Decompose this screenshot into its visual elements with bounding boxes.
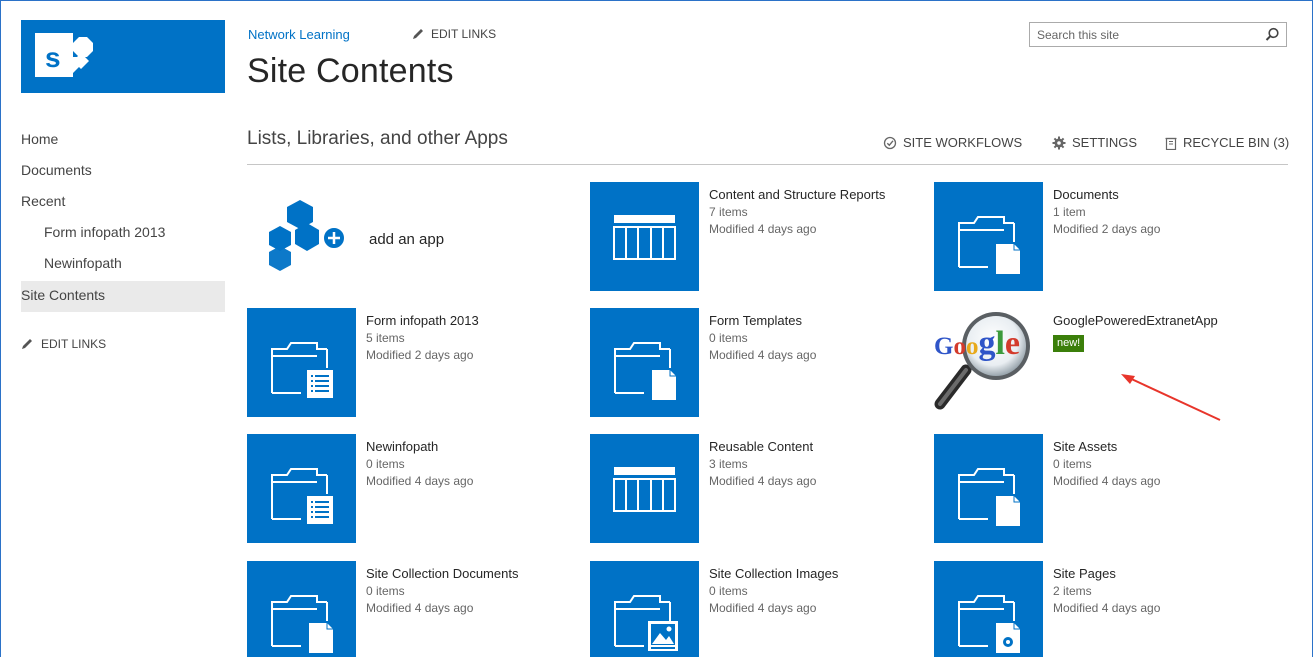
nav-item-form-infopath-2013[interactable]: Form infopath 2013 [21,218,225,249]
top-edit-links-button[interactable]: EDIT LINKS [412,27,496,41]
quick-launch-nav: Home Documents Recent Form infopath 2013… [21,125,225,352]
tile-name[interactable]: Documents [1053,186,1258,204]
nav-item-recent[interactable]: Recent [21,187,225,218]
document-library-icon [934,182,1043,291]
nav-item-newinfopath[interactable]: Newinfopath [21,249,225,280]
tile-documents[interactable]: Documents 1 item Modified 2 days ago [934,182,1264,292]
form-library-icon [247,308,356,417]
nav-item-documents[interactable]: Documents [21,156,225,187]
tile-modified: Modified 4 days ago [1053,474,1161,488]
tile-site-collection-documents[interactable]: Site Collection Documents 0 items Modifi… [247,561,577,657]
tile-name[interactable]: Form infopath 2013 [366,312,571,330]
document-library-icon [247,561,356,657]
recycle-bin-label: RECYCLE BIN (3) [1183,135,1290,150]
tile-modified: Modified 4 days ago [709,601,817,615]
search-box [1029,22,1287,47]
page-title: Site Contents [247,52,454,90]
tile-modified: Modified 4 days ago [1053,601,1161,615]
form-library-icon [247,434,356,543]
tile-form-infopath-2013[interactable]: Form infopath 2013 5 items Modified 2 da… [247,308,577,418]
tile-site-assets[interactable]: Site Assets 0 items Modified 4 days ago [934,434,1264,544]
site-workflows-button[interactable]: SITE WORKFLOWS [883,135,1022,150]
section-title: Lists, Libraries, and other Apps [247,128,508,149]
tile-modified: Modified 4 days ago [709,222,817,236]
tile-site-collection-images[interactable]: Site Collection Images 0 items Modified … [590,561,920,657]
google-app-icon: Google [934,308,1043,417]
add-an-app-tile[interactable]: add an app [247,182,577,292]
tile-modified: Modified 2 days ago [1053,222,1161,236]
tile-item-count: 0 items [709,331,748,345]
site-workflows-label: SITE WORKFLOWS [903,135,1023,150]
settings-label: SETTINGS [1072,135,1138,150]
nav-edit-links-button[interactable]: EDIT LINKS [21,336,225,352]
sharepoint-logo-icon: s [35,33,93,77]
pencil-icon [22,339,32,349]
search-icon[interactable] [1265,27,1280,42]
tile-modified: Modified 4 days ago [709,474,817,488]
tile-item-count: 1 item [1053,205,1086,219]
list-icon [590,434,699,543]
tile-site-pages[interactable]: Site Pages 2 items Modified 4 days ago [934,561,1264,657]
picture-library-icon [590,561,699,657]
document-library-icon [590,308,699,417]
tile-modified: Modified 2 days ago [366,348,474,362]
tile-item-count: 3 items [709,457,748,471]
tile-name[interactable]: Content and Structure Reports [709,186,914,204]
tile-item-count: 0 items [1053,457,1092,471]
tile-reusable-content[interactable]: Reusable Content 3 items Modified 4 days… [590,434,920,544]
tile-modified: Modified 4 days ago [709,348,817,362]
section-divider [247,164,1288,165]
tile-item-count: 0 items [366,584,405,598]
add-app-icon [269,200,346,271]
recycle-bin-icon [1165,137,1177,150]
tile-modified: Modified 4 days ago [366,601,474,615]
gear-icon [1052,136,1066,149]
tile-name[interactable]: Site Pages [1053,565,1258,583]
tile-newinfopath[interactable]: Newinfopath 0 items Modified 4 days ago [247,434,577,544]
nav-item-site-contents[interactable]: Site Contents [21,281,225,312]
annotation-arrow-icon [1121,374,1221,421]
tile-name[interactable]: GooglePoweredExtranetApp [1053,312,1258,330]
list-icon [590,182,699,291]
tile-name[interactable]: Site Collection Images [709,565,914,583]
recycle-bin-button[interactable]: RECYCLE BIN (3) [1165,135,1289,150]
nav-edit-links-label: EDIT LINKS [41,337,107,351]
tile-name[interactable]: Site Collection Documents [366,565,571,583]
tile-item-count: 0 items [366,457,405,471]
nav-item-home[interactable]: Home [21,125,225,156]
sharepoint-logo[interactable]: s [21,20,225,93]
svg-text:s: s [45,42,61,73]
tile-name[interactable]: Newinfopath [366,438,571,456]
pencil-icon [413,29,423,39]
tile-item-count: 7 items [709,205,748,219]
tile-name[interactable]: Form Templates [709,312,914,330]
tile-item-count: 5 items [366,331,405,345]
tile-modified: Modified 4 days ago [366,474,474,488]
wiki-library-icon [934,561,1043,657]
document-library-icon [934,434,1043,543]
tile-name[interactable]: Reusable Content [709,438,914,456]
search-input[interactable] [1030,23,1258,46]
settings-button[interactable]: SETTINGS [1052,135,1137,150]
new-badge: new! [1053,335,1085,352]
tile-content-and-structure-reports[interactable]: Content and Structure Reports 7 items Mo… [590,182,920,292]
workflow-icon [883,136,897,149]
tile-item-count: 0 items [709,584,748,598]
add-an-app-label: add an app [369,231,445,248]
top-edit-links-label: EDIT LINKS [431,27,497,41]
tile-item-count: 2 items [1053,584,1092,598]
tile-name[interactable]: Site Assets [1053,438,1258,456]
site-title-link[interactable]: Network Learning [248,27,350,42]
tile-form-templates[interactable]: Form Templates 0 items Modified 4 days a… [590,308,920,418]
